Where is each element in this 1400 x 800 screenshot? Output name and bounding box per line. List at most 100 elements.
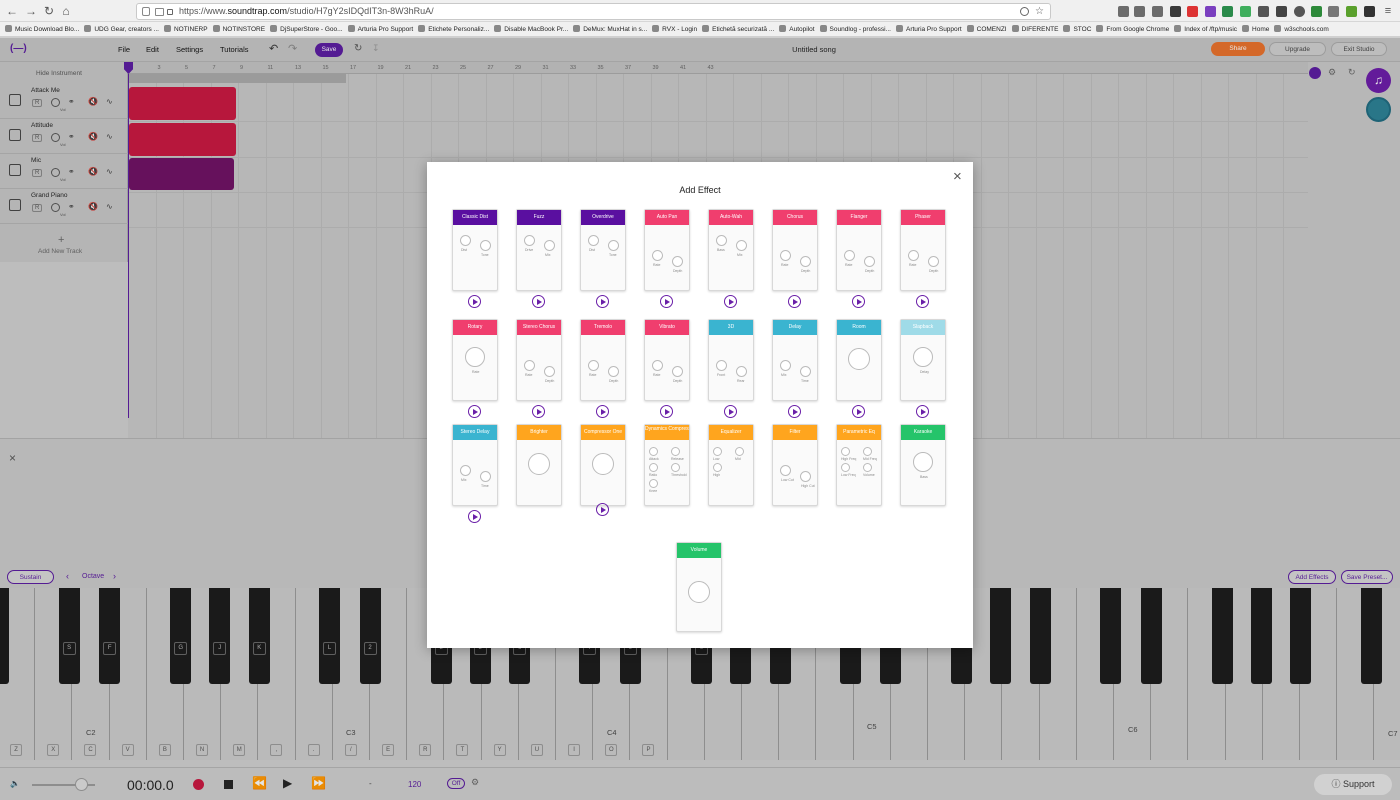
effect-card[interactable]: Filter Low Cut High Cut [772, 424, 818, 506]
bookmark-item[interactable]: Disable MacBook Pr... [494, 22, 568, 36]
reader-icon[interactable] [1020, 7, 1029, 16]
bookmark-item[interactable]: NOTINSTORE [212, 22, 265, 36]
preview-play-button[interactable] [596, 295, 609, 308]
preview-play-button[interactable] [468, 510, 481, 523]
preview-play-button[interactable] [724, 295, 737, 308]
effect-name: Stereo Chorus [517, 320, 561, 335]
preview-play-button[interactable] [468, 405, 481, 418]
bookmark-item[interactable]: COMENZI [966, 22, 1007, 36]
effect-card[interactable]: Compressor One [580, 424, 626, 506]
effect-card[interactable]: Equalizer Low Mid High [708, 424, 754, 506]
effect-card[interactable]: Vibrato Rate Depth [644, 319, 690, 401]
extension-icon[interactable] [1258, 6, 1269, 17]
reload-icon[interactable]: ↻ [41, 3, 57, 19]
effect-card[interactable]: Auto Pan Rate Depth [644, 209, 690, 291]
preview-play-button[interactable] [724, 405, 737, 418]
extension-icon[interactable] [1222, 6, 1233, 17]
effect-name: Compressor One [581, 425, 625, 440]
bookmark-item[interactable]: From Google Chrome [1096, 22, 1169, 36]
bookmark-item[interactable]: Etichete Personaliz... [418, 22, 489, 36]
bookmark-item[interactable]: w3schools.com [1274, 22, 1329, 36]
effect-knob [736, 240, 747, 251]
effect-knob [652, 250, 663, 261]
effect-card[interactable]: Stereo Chorus Rate Depth [516, 319, 562, 401]
preview-play-button[interactable] [532, 405, 545, 418]
extension-icon[interactable] [1240, 6, 1251, 17]
bookmark-item[interactable]: Etichetă securizată ... [702, 22, 774, 36]
bookmark-item[interactable]: STOC [1063, 22, 1091, 36]
download-icon[interactable] [1118, 6, 1129, 17]
preview-play-button[interactable] [532, 295, 545, 308]
bookmark-item[interactable]: DIFERENTE [1011, 22, 1059, 36]
preview-play-button[interactable] [852, 405, 865, 418]
effect-card[interactable]: Dynamics Compressor Attack Release Ratio Thr… [644, 424, 690, 506]
effect-card[interactable]: Phaser Rate Depth [900, 209, 946, 291]
extension-icon[interactable] [1311, 6, 1322, 17]
effect-card[interactable]: Tremolo Rate Depth [580, 319, 626, 401]
effect-card[interactable]: Overdrive Dist Tone [580, 209, 626, 291]
effect-card[interactable]: Chorus Rate Depth [772, 209, 818, 291]
effect-name: Brighter [517, 425, 561, 440]
effect-knob [844, 250, 855, 261]
preview-play-button[interactable] [788, 295, 801, 308]
extension-icon[interactable] [1346, 6, 1357, 17]
extension-icon[interactable] [1205, 6, 1216, 17]
preview-play-button[interactable] [468, 295, 481, 308]
extension-icon[interactable] [1170, 6, 1181, 17]
preview-play-button[interactable] [596, 503, 609, 516]
bookmark-item[interactable]: UDG Gear, creators ... [84, 22, 159, 36]
bookmark-item[interactable]: Home [1242, 22, 1269, 36]
effect-card[interactable]: Classic Dist Dist Tone [452, 209, 498, 291]
effect-card[interactable]: Room [836, 319, 882, 401]
bookmark-item[interactable]: RVX - Login [652, 22, 697, 36]
account-icon[interactable] [1294, 6, 1305, 17]
sidebar-icon[interactable] [1152, 6, 1163, 17]
back-icon[interactable]: ← [4, 3, 20, 19]
star-icon[interactable]: ☆ [1035, 6, 1044, 17]
effect-card[interactable]: Volume [676, 542, 722, 632]
effect-card[interactable]: Fuzz Drive Mix [516, 209, 562, 291]
preview-play-button[interactable] [788, 405, 801, 418]
effect-card[interactable]: Brighter [516, 424, 562, 506]
bookmark-item[interactable]: DeMux: MuxHat in s... [573, 22, 647, 36]
extension-icon[interactable] [1276, 6, 1287, 17]
effect-card[interactable]: Delay Mix Time [772, 319, 818, 401]
close-icon[interactable]: × [953, 168, 962, 185]
bookmark-label: DIFERENTE [1021, 26, 1059, 33]
effect-card[interactable]: Auto-Wah Bass Mix [708, 209, 754, 291]
bookmark-item[interactable]: Arturia Pro Support [895, 22, 962, 36]
preview-play-button[interactable] [916, 405, 929, 418]
preview-play-button[interactable] [916, 295, 929, 308]
bookmark-item[interactable]: Music Download Blo... [5, 22, 79, 36]
bookmark-item[interactable]: Index of /ftp/music [1174, 22, 1237, 36]
effect-card[interactable]: Slapback Delay [900, 319, 946, 401]
bookmark-item[interactable]: NOTINERP [163, 22, 208, 36]
preview-play-button[interactable] [596, 405, 609, 418]
bookmark-item[interactable]: Autopilot [779, 22, 815, 36]
preview-play-button[interactable] [660, 405, 673, 418]
forward-icon[interactable]: → [23, 3, 39, 19]
shield-icon[interactable] [142, 7, 150, 16]
menu-icon[interactable]: ≡ [1380, 3, 1396, 19]
bookmark-icon [347, 25, 355, 32]
effect-card[interactable]: Rotary Rate [452, 319, 498, 401]
effect-card[interactable]: Stereo Delay Mix Time [452, 424, 498, 506]
library-icon[interactable] [1134, 6, 1145, 17]
preview-play-button[interactable] [660, 295, 673, 308]
effect-card[interactable]: Flanger Rate Depth [836, 209, 882, 291]
bookmark-item[interactable]: Soundlog - professi... [819, 22, 891, 36]
page-icon[interactable] [155, 8, 164, 16]
extension-icon[interactable] [1364, 6, 1375, 17]
address-bar[interactable]: https://www.soundtrap.com/studio/H7gY2sI… [136, 3, 1051, 20]
effect-card[interactable]: 3D Front Rear [708, 319, 754, 401]
effect-card[interactable]: Karaoke Bass [900, 424, 946, 506]
extension-icon[interactable] [1328, 6, 1339, 17]
preview-play-button[interactable] [852, 295, 865, 308]
bookmark-item[interactable]: DjSuperStore - Goo... [270, 22, 343, 36]
home-icon[interactable]: ⌂ [58, 3, 74, 19]
bookmark-icon [895, 25, 903, 32]
bookmark-item[interactable]: Arturia Pro Support [347, 22, 414, 36]
extension-icon[interactable] [1187, 6, 1198, 17]
effect-card[interactable]: Parametric Eq High Freq Mid Freq Low Freq Vo… [836, 424, 882, 506]
bookmark-label: Arturia Pro Support [357, 26, 414, 33]
